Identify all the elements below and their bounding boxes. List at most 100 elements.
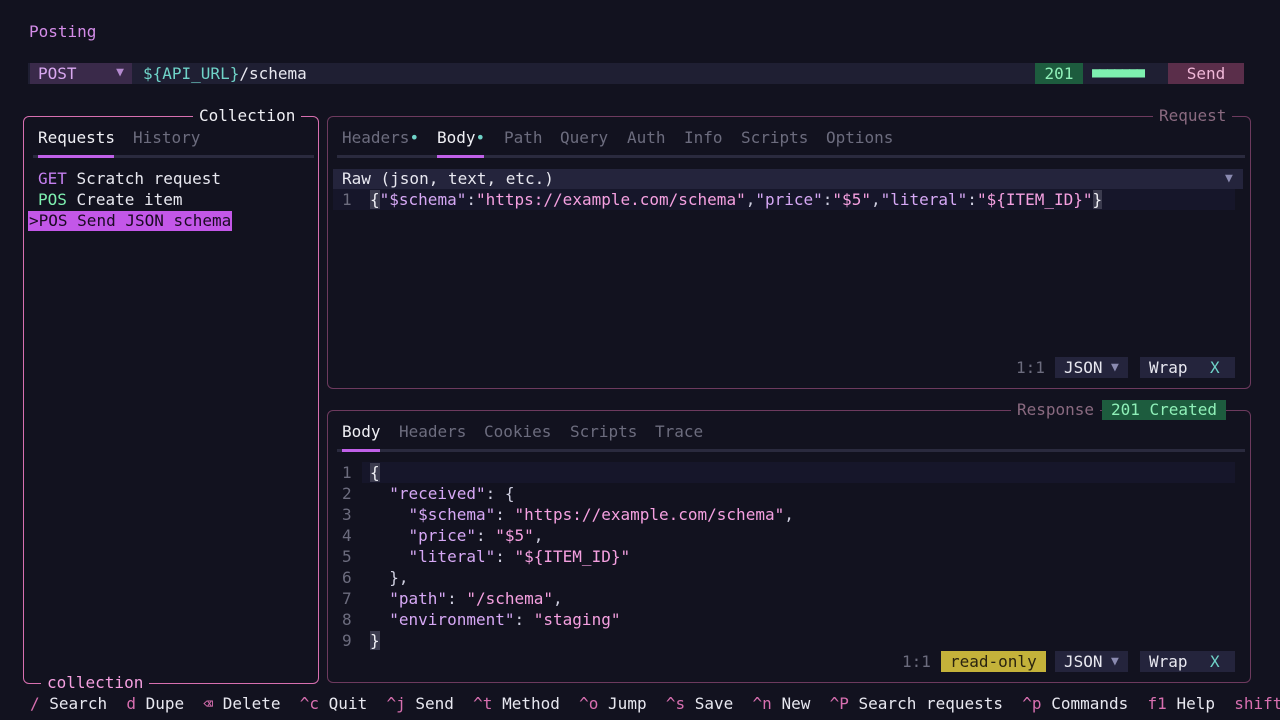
shortcut-9[interactable]: ^P Search requests [830, 694, 1003, 713]
tab-response-scripts[interactable]: Scripts [570, 422, 637, 441]
collection-footer: collection [41, 674, 150, 692]
wrap-toggle[interactable]: Wrap X [1140, 357, 1235, 378]
tab-response-trace[interactable]: Trace [655, 422, 703, 441]
tab-requests[interactable]: Requests [38, 128, 115, 147]
language-select[interactable]: JSON ▼ [1055, 357, 1128, 378]
shortcut-7[interactable]: ^s Save [666, 694, 733, 713]
cursor-position: 1:1 [1016, 358, 1045, 377]
current-line-highlight [362, 462, 1235, 483]
tab-scripts[interactable]: Scripts [741, 128, 808, 147]
tab-underline [38, 155, 114, 158]
send-button[interactable]: Send [1168, 63, 1244, 84]
shortcut-key: ^P [829, 694, 849, 713]
tab-label: Headers [342, 128, 410, 147]
shortcut-label: Search [49, 694, 108, 713]
shortcut-label: Save [694, 694, 734, 713]
shortcut-4[interactable]: ^j Send [386, 694, 453, 713]
tab-response-cookies[interactable]: Cookies [484, 422, 551, 441]
shortcut-key: ⌫ [203, 694, 214, 713]
shortcut-10[interactable]: ^p Commands [1022, 694, 1128, 713]
modified-dot: • [409, 128, 420, 147]
shortcut-11[interactable]: f1 Help [1148, 694, 1215, 713]
url-variable: ${API_URL} [143, 64, 240, 83]
wrap-toggle[interactable]: Wrap X [1140, 651, 1235, 672]
line-number: 4 [342, 526, 352, 545]
shortcut-0[interactable]: / Search [30, 694, 107, 713]
progress-indicator: ■■■■■■■ [1092, 65, 1145, 81]
shortcut-12[interactable]: shift+ [1234, 694, 1280, 713]
request-method: POS [38, 190, 67, 209]
wrap-value: X [1210, 652, 1220, 671]
shortcut-key: ^s [665, 694, 686, 713]
shortcut-6[interactable]: ^o Jump [579, 694, 646, 713]
shortcut-label: Search requests [858, 694, 1004, 713]
shortcut-key: d [126, 694, 136, 713]
code-line: "path": "/schema", [389, 589, 563, 608]
chevron-down-icon: ▼ [1225, 171, 1233, 186]
line-number: 9 [342, 631, 352, 650]
line-number: 2 [342, 484, 352, 503]
chevron-down-icon: ▼ [1111, 654, 1119, 669]
shortcut-key: shift+ [1234, 694, 1280, 713]
request-method: >POS [29, 211, 68, 230]
shortcut-1[interactable]: d Dupe [126, 694, 184, 713]
request-name: Create item [76, 190, 183, 209]
wrap-label: Wrap [1149, 652, 1188, 671]
request-name: Send JSON schema [77, 211, 232, 230]
url-input[interactable]: ${API_URL}/schema [143, 63, 307, 84]
wrap-label: Wrap [1149, 358, 1188, 377]
line-number: 6 [342, 568, 352, 587]
status-badge: 201 [1035, 63, 1083, 84]
tab-auth[interactable]: Auth [627, 128, 666, 147]
request-body-editor[interactable]: {"$schema":"https://example.com/schema",… [370, 190, 1103, 209]
shortcut-8[interactable]: ^n New [753, 694, 811, 713]
shortcut-2[interactable]: ⌫ Delete [203, 694, 280, 713]
shortcut-key: ^t [473, 694, 493, 713]
language-select[interactable]: JSON ▼ [1055, 651, 1128, 672]
tab-history[interactable]: History [133, 128, 200, 147]
tab-response-body[interactable]: Body [342, 422, 381, 441]
tab-options[interactable]: Options [826, 128, 893, 147]
app-title: Posting [29, 22, 97, 41]
tab-underline [437, 155, 484, 158]
shortcut-label: Delete [222, 694, 281, 713]
line-number: 1 [342, 463, 352, 482]
request-item-send-json[interactable]: >POS Send JSON schema [28, 211, 233, 231]
shortcut-5[interactable]: ^t Method [473, 694, 560, 713]
tab-response-headers[interactable]: Headers [399, 422, 466, 441]
tab-path[interactable]: Path [504, 128, 543, 147]
shortcut-label: Jump [608, 694, 647, 713]
shortcut-key: ^n [752, 694, 772, 713]
shortcut-label: Help [1176, 694, 1215, 713]
code-line: "received": { [389, 484, 515, 503]
tab-headers[interactable]: Headers• [342, 128, 419, 147]
shortcut-3[interactable]: ^c Quit [300, 694, 367, 713]
chevron-down-icon: ▼ [1111, 360, 1119, 375]
wrap-value: X [1210, 358, 1220, 377]
shortcut-key: ^o [579, 694, 599, 713]
shortcut-key: ^p [1022, 694, 1042, 713]
request-item-create[interactable]: POS Create item [38, 190, 183, 209]
tab-query[interactable]: Query [560, 128, 608, 147]
collection-title: Collection [193, 107, 302, 125]
shortcut-label: Method [502, 694, 560, 713]
tab-rule [337, 449, 1245, 452]
code-line: { [370, 463, 380, 482]
code-line: "$schema": "https://example.com/schema", [408, 505, 794, 524]
cursor-position: 1:1 [902, 652, 931, 671]
tab-body[interactable]: Body• [437, 128, 485, 147]
shortcut-label: New [781, 694, 811, 713]
modified-dot: • [475, 128, 486, 147]
line-number: 3 [342, 505, 352, 524]
tab-info[interactable]: Info [684, 128, 723, 147]
request-method: GET [38, 169, 67, 188]
shortcut-label: Quit [328, 694, 368, 713]
method-select[interactable]: POST ▼ [30, 63, 132, 84]
shortcut-label: Commands [1051, 694, 1129, 713]
language-label: JSON [1064, 652, 1103, 671]
line-number: 8 [342, 610, 352, 629]
read-only-badge: read-only [941, 651, 1046, 672]
body-type-label: Raw (json, text, etc.) [342, 169, 554, 188]
request-item-scratch[interactable]: GET Scratch request [38, 169, 221, 188]
shortcut-key: ^j [386, 694, 406, 713]
